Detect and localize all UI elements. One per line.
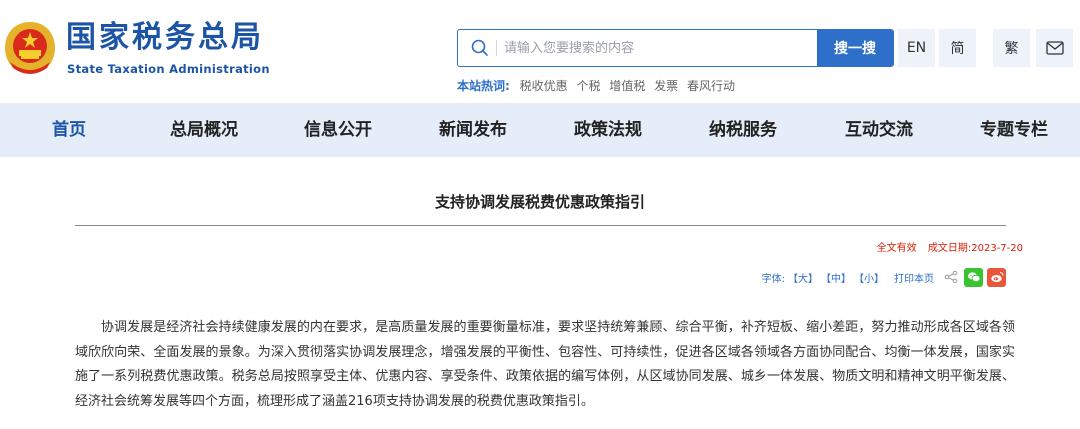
search-separator: [496, 40, 497, 56]
hot-word-personal-tax[interactable]: 个税: [576, 79, 600, 93]
title-divider: [75, 225, 1006, 226]
hot-word-spring-breeze[interactable]: 春风行动: [687, 79, 735, 93]
wechat-share-icon[interactable]: [964, 267, 983, 287]
nav-home[interactable]: 首页: [52, 103, 86, 157]
font-size-label: 字体:: [761, 273, 785, 285]
mail-button[interactable]: [1036, 29, 1073, 67]
font-large-button[interactable]: 【大】: [788, 270, 818, 285]
site-logo-subtitle[interactable]: State Taxation Administration: [67, 62, 270, 76]
search-input[interactable]: [504, 31, 814, 65]
font-small-button[interactable]: 【小】: [854, 270, 884, 285]
article-meta: 全文有效 成文日期:2023-7-20: [877, 242, 1023, 256]
main-nav: 首页 总局概况 信息公开 新闻发布 政策法规 纳税服务 互动交流 专题专栏: [0, 103, 1080, 157]
print-button[interactable]: 打印本页: [894, 270, 934, 285]
hot-word-invoice[interactable]: 发票: [654, 79, 678, 93]
national-emblem-icon[interactable]: [2, 18, 58, 76]
article-title: 支持协调发展税费优惠政策指引: [434, 193, 645, 211]
site-logo-title[interactable]: 国家税务总局: [66, 20, 264, 56]
search-button[interactable]: 搜一搜: [817, 30, 893, 66]
site-header: 国家税务总局 State Taxation Administration 搜一搜…: [0, 0, 1080, 103]
simplified-chinese-button[interactable]: 简: [939, 29, 976, 67]
hot-word-vat[interactable]: 增值税: [609, 79, 645, 93]
nav-overview[interactable]: 总局概况: [170, 103, 238, 157]
nav-news[interactable]: 新闻发布: [439, 103, 507, 157]
search-icon: [471, 39, 488, 56]
hot-words-label: 本站热词:: [457, 79, 510, 93]
share-icon[interactable]: [944, 270, 958, 284]
nav-policy[interactable]: 政策法规: [574, 103, 642, 157]
article-tools: 字体: 【大】 【中】 【小】 打印本页: [762, 266, 1006, 288]
mail-icon: [1045, 41, 1064, 55]
nav-special-topics[interactable]: 专题专栏: [980, 103, 1048, 157]
publish-date: 成文日期:2023-7-20: [927, 243, 1023, 254]
nav-interaction[interactable]: 互动交流: [845, 103, 913, 157]
nav-info-disclosure[interactable]: 信息公开: [304, 103, 372, 157]
validity-status: 全文有效: [876, 243, 917, 254]
weibo-share-icon[interactable]: [987, 267, 1006, 287]
hot-words: 本站热词: 税收优惠 个税 增值税 发票 春风行动: [457, 78, 740, 94]
traditional-chinese-button[interactable]: 繁: [993, 29, 1030, 67]
article-body-paragraph: 协调发展是经济社会持续健康发展的内在要求，是高质量发展的重要衡量标准，要求坚持统…: [75, 320, 1015, 409]
search-box: 搜一搜: [457, 29, 894, 67]
hot-word-tax-preference[interactable]: 税收优惠: [520, 79, 568, 93]
english-button[interactable]: EN: [898, 29, 935, 67]
nav-tax-service[interactable]: 纳税服务: [709, 103, 777, 157]
font-medium-button[interactable]: 【中】: [821, 270, 851, 285]
